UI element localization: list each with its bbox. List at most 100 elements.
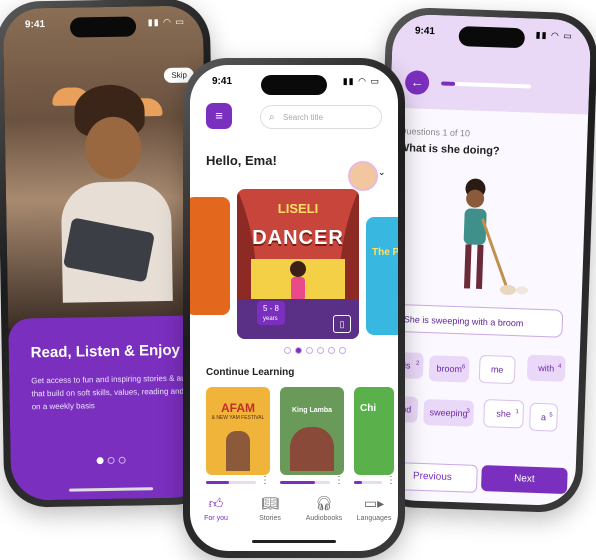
status-icons: ▮▮ ◠ ▭ [535, 29, 574, 41]
continue-progress-fill [206, 481, 229, 484]
home-screen: 9:41 ▮▮ ◠ ▭ ≡ ⌕ Search title Hello, Ema!… [190, 65, 398, 551]
onboarding-panel: Read, Listen & Enjoy Get access to fun a… [8, 315, 211, 501]
word-order-number: 5 [549, 412, 553, 419]
word-order-number: 1 [515, 409, 519, 416]
word-chip[interactable]: broom 6 [428, 355, 470, 383]
arrow-left-icon: ← [410, 74, 424, 90]
quiz-screen: 9:41 ▮▮ ◠ ▭ ← Questions 1 of 10 What is … [376, 13, 592, 507]
continue-card[interactable]: King Lamba [280, 387, 344, 475]
search-input[interactable]: ⌕ Search title [260, 105, 382, 129]
word-order-number: 3 [466, 408, 470, 415]
hamburger-icon: ≡ [215, 108, 223, 123]
continue-progress-bar [206, 481, 256, 484]
pager-dot[interactable] [107, 456, 115, 465]
carousel-pager [284, 347, 346, 354]
character-shape [226, 431, 250, 471]
continue-card-title: King Lamba [291, 407, 333, 414]
section-title-continue: Continue Learning [206, 367, 295, 378]
bottom-tab-bar: 👍︎ For you 📖︎ Stories 🎧︎ Audiobooks ▭▸ Langu… [190, 495, 398, 535]
word-chip[interactable]: me [478, 354, 516, 385]
girl-sweeping-illustration [463, 178, 528, 295]
answer-field[interactable]: She is sweeping with a broom [392, 303, 564, 338]
dynamic-island [458, 25, 526, 49]
greeting: Hello, Ema! [206, 153, 277, 168]
word-chip-text: a [540, 412, 547, 423]
book-card-previous[interactable] [190, 197, 230, 315]
hero-photo [2, 5, 209, 329]
word-chip[interactable]: sweeping 3 [423, 398, 475, 427]
tab-audiobooks[interactable]: 🎧︎ Audiobooks [302, 495, 346, 522]
word-chip-text: broom [436, 363, 463, 375]
question-count: Questions 1 of 10 [399, 125, 471, 139]
menu-button[interactable]: ≡ [206, 103, 232, 129]
continue-card-subtitle: & NEW YAM FESTIVAL [211, 415, 265, 421]
word-order-number: 2 [415, 360, 420, 367]
question-text: What is she doing? [398, 141, 500, 158]
home-phone: 9:41 ▮▮ ◠ ▭ ≡ ⌕ Search title Hello, Ema!… [183, 58, 405, 558]
tab-languages[interactable]: ▭▸ Languages [352, 495, 396, 522]
headphones-icon: 🎧︎ [315, 495, 333, 511]
home-indicator [252, 540, 336, 543]
next-button[interactable]: Next [480, 465, 568, 495]
pager-dot[interactable] [96, 457, 104, 465]
carousel-dot[interactable] [306, 347, 313, 354]
continue-card[interactable]: Chi [354, 387, 394, 475]
search-icon: ⌕ [269, 112, 275, 123]
word-chip[interactable]: she 1 [483, 399, 525, 429]
status-icons: ▮▮ ◠ ▭ [147, 16, 186, 28]
search-placeholder: Search title [283, 113, 324, 122]
status-time: 9:41 [212, 76, 233, 87]
tab-for-you[interactable]: 👍︎ For you [194, 495, 238, 522]
status-time: 9:41 [24, 19, 46, 31]
age-range: 5 - 8 [263, 304, 280, 313]
more-options-icon[interactable]: ⋮ [386, 475, 396, 486]
status-time: 9:41 [414, 25, 436, 38]
word-chip-text: she [496, 408, 512, 420]
onboarding-title: Read, Listen & Enjoy [30, 341, 181, 362]
book-title-bottom: DANCER [252, 227, 344, 249]
quiz-progress-fill [441, 81, 455, 86]
word-order-number: 6 [461, 364, 466, 371]
carousel-dot[interactable] [317, 347, 324, 354]
tab-label: Languages [356, 515, 392, 522]
word-chip-text: with [538, 362, 555, 374]
status-icons: ▮▮ ◠ ▭ [342, 76, 380, 86]
continue-card-title: Chi [360, 403, 377, 414]
chevron-down-icon[interactable]: ⌄ [378, 167, 386, 178]
carousel-dot[interactable] [295, 347, 302, 354]
character-shape [290, 427, 334, 471]
avatar[interactable] [348, 161, 378, 191]
more-options-icon[interactable]: ⋮ [334, 475, 344, 486]
tab-label: Audiobooks [305, 515, 343, 522]
continue-progress-fill [354, 481, 363, 484]
continue-card[interactable]: AFAM & NEW YAM FESTIVAL [206, 387, 270, 475]
book-title-top: LISELI [277, 201, 319, 216]
carousel-dot[interactable] [339, 347, 346, 354]
onboarding-screen: 9:41 ▮▮ ◠ ▭ Skip Read, Listen & Enjoy Ge… [2, 5, 212, 501]
continue-card-title: AFAM [221, 401, 255, 415]
carousel-dot[interactable] [284, 347, 291, 354]
carousel-dot[interactable] [328, 347, 335, 354]
word-chip-text: sweeping [429, 407, 468, 419]
home-indicator [69, 487, 154, 492]
child-head-shape [84, 116, 142, 180]
age-badge: 5 - 8 years [257, 301, 286, 325]
onboarding-pager [96, 456, 126, 465]
dynamic-island [261, 75, 327, 95]
bookmark-icon[interactable]: ▯ [333, 315, 351, 333]
pager-dot[interactable] [118, 456, 126, 464]
video-icon: ▭▸ [363, 495, 385, 511]
thumbs-up-icon: 👍︎ [208, 495, 224, 511]
continue-progress-fill [280, 481, 315, 484]
word-order-number: 4 [557, 363, 562, 370]
continue-progress-bar [354, 481, 382, 484]
word-chip-text: me [490, 364, 504, 375]
tab-stories[interactable]: 📖︎ Stories [248, 495, 292, 522]
word-chip[interactable]: with 4 [526, 354, 566, 382]
book-card-next[interactable]: The P [366, 217, 398, 335]
word-chip[interactable]: a5 [529, 402, 559, 432]
tab-label: For you [204, 515, 228, 522]
more-options-icon[interactable]: ⋮ [260, 475, 270, 486]
book-title-partial: The P [372, 247, 398, 258]
featured-book-card[interactable]: LISELI DANCER 5 - 8 years ▯ [237, 189, 359, 339]
